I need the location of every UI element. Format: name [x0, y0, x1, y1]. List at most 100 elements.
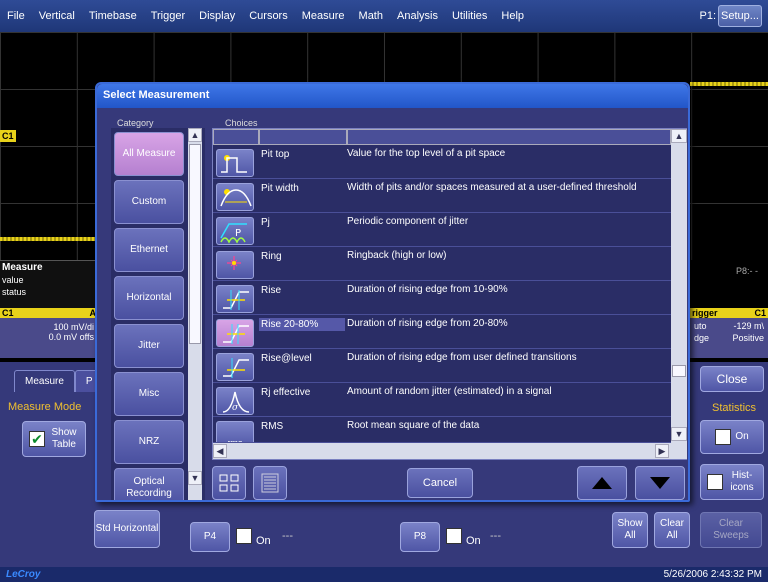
category-custom[interactable]: Custom: [114, 180, 184, 224]
arrow-up-icon: [592, 477, 612, 489]
menu-analysis[interactable]: Analysis: [390, 10, 445, 22]
statistics-on-label: On: [735, 431, 749, 442]
choice-row[interactable]: P Pj Periodic component of jitter: [213, 214, 671, 247]
category-scrollbar[interactable]: ▲ ▼: [188, 128, 202, 500]
choice-description: Amount of random jitter (estimated) in a…: [347, 386, 552, 397]
close-button[interactable]: Close: [700, 366, 764, 392]
rise-20-80-icon: [216, 319, 254, 347]
trigger-info-panel[interactable]: rigger C1 uto -129 m\ dge Positive: [690, 308, 768, 358]
category-scroll-down-icon[interactable]: ▼: [188, 471, 202, 485]
menu-vertical[interactable]: Vertical: [32, 10, 82, 22]
choice-row[interactable]: Rise@level Duration of rising edge from …: [213, 350, 671, 383]
cancel-button[interactable]: Cancel: [407, 468, 473, 498]
menu-utilities[interactable]: Utilities: [445, 10, 494, 22]
setup-button[interactable]: Setup...: [718, 5, 762, 27]
histicons-checkbox[interactable]: [707, 474, 723, 490]
p4-on-toggle[interactable]: On: [236, 528, 271, 547]
histicons-button[interactable]: Hist-icons: [700, 464, 764, 500]
measure-info-value: value: [2, 275, 24, 285]
choice-row-selected[interactable]: Rise 20-80% Duration of rising edge from…: [213, 316, 671, 349]
choice-row[interactable]: rms RMS Root mean square of the data: [213, 418, 671, 443]
scroll-down-button[interactable]: [635, 466, 685, 500]
p4-on-checkbox[interactable]: [236, 528, 252, 544]
list-view-button[interactable]: [253, 466, 287, 500]
menu-measure[interactable]: Measure: [295, 10, 352, 22]
category-scroll-up-icon[interactable]: ▲: [188, 128, 202, 142]
menu-display[interactable]: Display: [192, 10, 242, 22]
menu-math[interactable]: Math: [352, 10, 390, 22]
show-all-button[interactable]: Show All: [612, 512, 648, 548]
choices-scroll-up-icon[interactable]: ▲: [671, 129, 687, 143]
grid-view-button[interactable]: [212, 466, 246, 500]
ring-icon: [216, 251, 254, 279]
choice-row[interactable]: Rise Duration of rising edge from 10-90%: [213, 282, 671, 315]
choice-row[interactable]: Ring Ringback (high or low): [213, 248, 671, 281]
choices-scroll-left-icon[interactable]: ◀: [213, 444, 227, 458]
choice-name: Rise 20-80%: [259, 318, 345, 331]
clear-sweeps-button[interactable]: Clear Sweeps: [700, 512, 762, 548]
c1-channel-band[interactable]: C1 A: [0, 308, 98, 318]
category-misc[interactable]: Misc: [114, 372, 184, 416]
choice-description: Duration of rising edge from user define…: [347, 352, 577, 363]
choices-scroll-thumb[interactable]: [672, 365, 686, 377]
show-table-button[interactable]: ✔ Show Table: [22, 421, 86, 457]
statistics-label: Statistics: [712, 402, 757, 414]
column-header-description[interactable]: [347, 129, 671, 145]
choices-header: Choices: [225, 118, 258, 128]
choices-vertical-scrollbar[interactable]: ▲ ▼: [671, 129, 687, 459]
p8-on-toggle[interactable]: On: [446, 528, 481, 547]
category-all-measure[interactable]: All Measure: [114, 132, 184, 176]
choices-scroll-down-icon[interactable]: ▼: [671, 427, 687, 441]
tab-measure[interactable]: Measure: [14, 370, 75, 392]
statistics-on-button[interactable]: On: [700, 420, 764, 454]
show-table-checkbox[interactable]: ✔: [29, 431, 45, 447]
choices-scroll-right-icon[interactable]: ▶: [655, 444, 669, 458]
category-horizontal[interactable]: Horizontal: [114, 276, 184, 320]
menu-cursors[interactable]: Cursors: [242, 10, 295, 22]
select-measurement-dialog: Select Measurement Category Choices All …: [95, 82, 690, 502]
category-jitter[interactable]: Jitter: [114, 324, 184, 368]
pj-icon: P: [216, 217, 254, 245]
choices-horizontal-scrollbar[interactable]: ◀ ▶: [213, 443, 671, 459]
rms-icon: rms: [216, 421, 254, 442]
p8-value: ---: [490, 530, 501, 542]
column-header-icon[interactable]: [213, 129, 259, 145]
category-scroll-thumb[interactable]: [189, 144, 201, 344]
menu-timebase[interactable]: Timebase: [82, 10, 144, 22]
category-header: Category: [117, 118, 154, 128]
pit-width-icon: [216, 183, 254, 211]
choice-name: Rise@level: [261, 353, 312, 364]
scroll-up-button[interactable]: [577, 466, 627, 500]
menu-help[interactable]: Help: [494, 10, 531, 22]
column-header-name[interactable]: [259, 129, 347, 145]
p8-on-checkbox[interactable]: [446, 528, 462, 544]
choice-name: RMS: [261, 421, 284, 432]
grid-view-icon: [219, 474, 239, 492]
status-bar: LeCroy 5/26/2006 2:43:32 PM: [0, 567, 768, 582]
c1-channel-info[interactable]: 100 mV/di 0.0 mV offs: [0, 318, 98, 358]
menu-trigger[interactable]: Trigger: [144, 10, 192, 22]
p1-label: P1:: [699, 10, 716, 22]
choice-name: Pit width: [261, 183, 299, 194]
trigger-mode: uto: [694, 321, 707, 331]
svg-text:σ: σ: [232, 403, 239, 413]
choice-description: Value for the top level of a pit space: [347, 148, 506, 159]
choice-row[interactable]: Pit top Value for the top level of a pit…: [213, 146, 671, 179]
p4-button[interactable]: P4: [190, 522, 230, 552]
statistics-on-checkbox[interactable]: [715, 429, 732, 445]
c1-volts-div: 100 mV/di: [53, 322, 94, 332]
choice-description: Periodic component of jitter: [347, 216, 469, 227]
p8-on-label: On: [466, 535, 481, 547]
choice-row[interactable]: σ Rj effective Amount of random jitter (…: [213, 384, 671, 417]
choice-row[interactable]: Pit width Width of pits and/or spaces me…: [213, 180, 671, 213]
waveform-trace-right: [690, 82, 768, 86]
menu-file[interactable]: File: [0, 10, 32, 22]
std-horizontal-button[interactable]: Std Horizontal: [94, 510, 160, 548]
category-optical-recording[interactable]: Optical Recording: [114, 468, 184, 500]
category-ethernet[interactable]: Ethernet: [114, 228, 184, 272]
date-time: 5/26/2006 2:43:32 PM: [663, 569, 762, 580]
p8-status: P8:- -: [735, 266, 758, 276]
clear-all-button[interactable]: Clear All: [654, 512, 690, 548]
p8-button[interactable]: P8: [400, 522, 440, 552]
category-nrz[interactable]: NRZ: [114, 420, 184, 464]
